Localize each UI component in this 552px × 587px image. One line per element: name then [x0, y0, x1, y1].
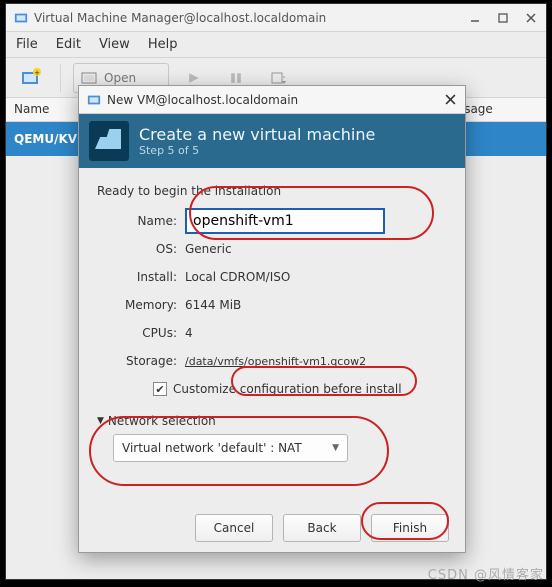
app-icon [14, 11, 28, 25]
ready-text: Ready to begin the installation [97, 184, 447, 198]
menu-file[interactable]: File [16, 37, 38, 52]
customize-label: Customize configuration before install [173, 382, 402, 396]
main-title-text: Virtual Machine Manager@localhost.locald… [34, 11, 326, 25]
network-title: Network selection [108, 414, 216, 428]
dialog-body: Ready to begin the installation Name: OS… [79, 168, 465, 462]
label-install: Install: [97, 270, 185, 284]
window-controls [468, 11, 538, 25]
label-storage: Storage: [97, 354, 185, 368]
maximize-button[interactable] [496, 11, 510, 25]
menu-help[interactable]: Help [148, 37, 178, 52]
label-cpus: CPUs: [97, 326, 185, 340]
dialog-heading: Create a new virtual machine [139, 125, 375, 144]
dialog-close-button[interactable] [443, 93, 457, 107]
chevron-down-icon: ▼ [332, 443, 339, 453]
value-storage: /data/vmfs/openshift-vm1.qcow2 [185, 355, 447, 368]
value-cpus: 4 [185, 326, 447, 340]
open-label: Open [104, 71, 136, 85]
svg-text:+: + [34, 69, 40, 77]
network-value: Virtual network 'default' : NAT [122, 441, 302, 455]
value-memory: 6144 MiB [185, 298, 447, 312]
new-vm-button[interactable]: + [14, 63, 48, 93]
toolbar-separator [60, 64, 61, 92]
menu-view[interactable]: View [99, 37, 130, 52]
menubar: File Edit View Help [6, 32, 546, 58]
customize-row[interactable]: ✔ Customize configuration before install [153, 382, 447, 396]
menu-edit[interactable]: Edit [56, 37, 81, 52]
value-install: Local CDROM/ISO [185, 270, 447, 284]
close-button[interactable] [524, 11, 538, 25]
main-titlebar: Virtual Machine Manager@localhost.locald… [6, 4, 546, 32]
dialog-step: Step 5 of 5 [139, 144, 375, 157]
cancel-button[interactable]: Cancel [195, 514, 273, 542]
dialog-app-icon [87, 93, 101, 107]
network-expander[interactable]: ▼ Network selection [97, 414, 447, 428]
new-vm-dialog: New VM@localhost.localdomain Create a ne… [78, 85, 466, 553]
label-memory: Memory: [97, 298, 185, 312]
dialog-footer: Cancel Back Finish [79, 504, 465, 552]
network-combo[interactable]: Virtual network 'default' : NAT ▼ [113, 434, 348, 462]
customize-checkbox[interactable]: ✔ [153, 382, 167, 396]
row-label: QEMU/KV [14, 132, 77, 146]
create-vm-icon [89, 121, 129, 161]
back-button[interactable]: Back [283, 514, 361, 542]
finish-button[interactable]: Finish [371, 514, 449, 542]
dialog-title-text: New VM@localhost.localdomain [107, 93, 298, 107]
label-os: OS: [97, 242, 185, 256]
vm-name-input[interactable] [185, 208, 385, 234]
label-name: Name: [97, 214, 185, 228]
triangle-down-icon: ▼ [97, 416, 104, 426]
minimize-button[interactable] [468, 11, 482, 25]
dialog-header: Create a new virtual machine Step 5 of 5 [79, 114, 465, 168]
value-os: Generic [185, 242, 447, 256]
dialog-titlebar: New VM@localhost.localdomain [79, 86, 465, 114]
